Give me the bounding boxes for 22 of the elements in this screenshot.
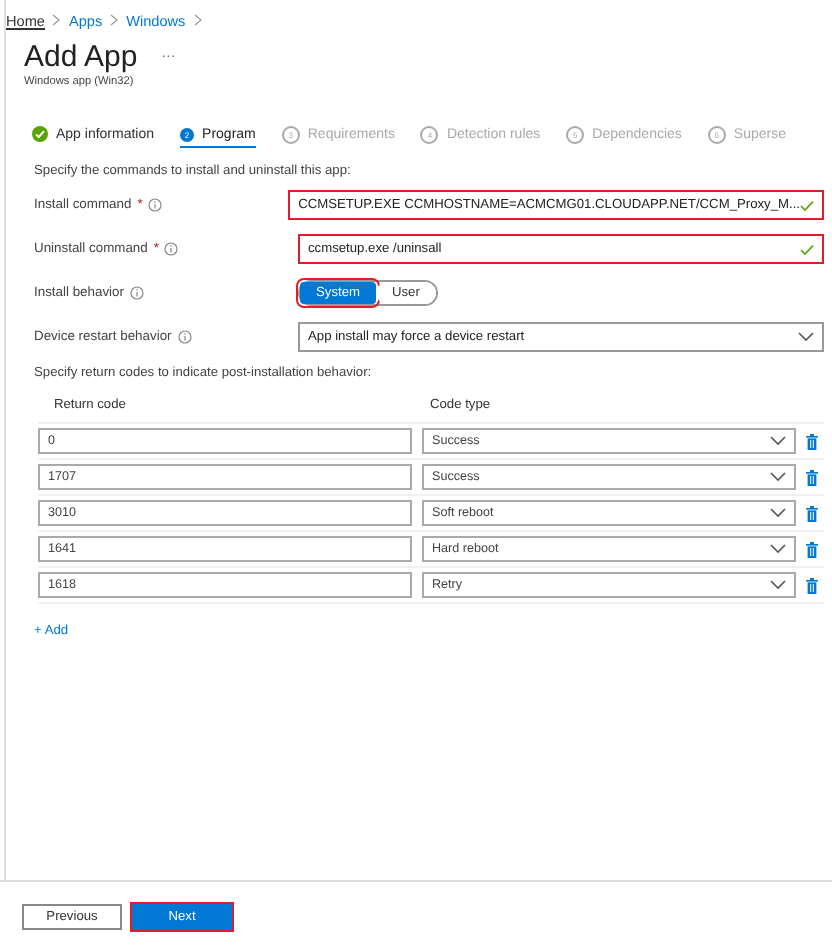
chevron-down-icon <box>770 544 786 554</box>
chevron-down-icon <box>770 508 786 518</box>
check-circle-icon <box>32 126 48 142</box>
trash-icon <box>806 433 818 449</box>
chevron-right-icon <box>110 14 119 26</box>
checkmark-icon <box>800 243 814 255</box>
trash-icon <box>806 541 818 557</box>
chevron-right-icon <box>193 14 202 26</box>
chevron-right-icon <box>52 14 61 26</box>
chevron-down-icon <box>798 332 814 342</box>
trash-icon <box>806 469 818 485</box>
chevron-down-icon <box>770 436 786 446</box>
checkmark-icon <box>800 199 814 211</box>
info-icon <box>148 198 163 212</box>
info-icon <box>164 242 179 256</box>
chevron-down-icon <box>770 580 786 590</box>
page-title: Add App <box>24 40 138 74</box>
trash-icon <box>806 577 818 593</box>
info-icon <box>177 330 192 344</box>
chevron-down-icon <box>770 472 786 482</box>
trash-icon <box>806 505 818 521</box>
info-icon <box>129 286 144 300</box>
